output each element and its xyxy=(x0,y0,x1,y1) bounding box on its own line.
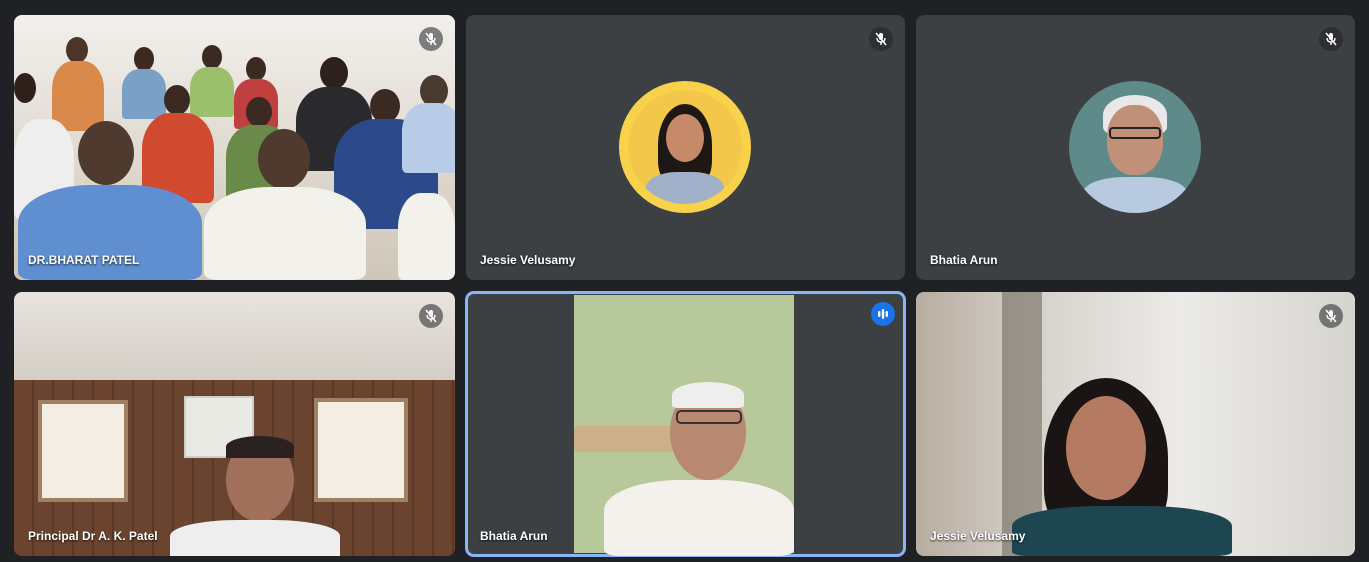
speaker-body xyxy=(170,520,340,556)
avatar-photo xyxy=(628,90,742,204)
participant-tile-4[interactable]: Principal Dr A. K. Patel xyxy=(14,292,455,556)
participant-name: Bhatia Arun xyxy=(480,529,548,543)
audience-member xyxy=(402,103,455,173)
background-object xyxy=(574,426,674,452)
ceiling xyxy=(14,292,455,380)
audience-member xyxy=(52,61,104,131)
participant-name: Jessie Velusamy xyxy=(930,529,1026,543)
participant-tile-3[interactable]: Bhatia Arun xyxy=(916,15,1355,280)
mic-off-icon xyxy=(419,304,443,328)
person-face xyxy=(1066,396,1146,500)
audience-member xyxy=(202,45,222,69)
audience-member xyxy=(14,73,36,103)
participant-tile-2[interactable]: Jessie Velusamy xyxy=(466,15,905,280)
participant-tile-5[interactable]: Bhatia Arun xyxy=(465,291,906,557)
mic-off-icon xyxy=(1319,304,1343,328)
audience-member xyxy=(398,193,455,280)
speaker-hair xyxy=(226,436,294,458)
speaker-body xyxy=(604,480,794,556)
mic-off-icon xyxy=(1319,27,1343,51)
audience-member xyxy=(246,57,266,81)
wall-plaque xyxy=(38,400,128,502)
audience-member xyxy=(258,129,310,189)
audience-member xyxy=(370,89,400,123)
speaker-glasses xyxy=(676,410,742,424)
avatar-shoulders xyxy=(646,172,724,204)
audio-level-icon xyxy=(871,302,895,326)
avatar-face xyxy=(666,114,704,162)
wall-plaque xyxy=(314,398,408,502)
audience-member xyxy=(164,85,190,115)
participant-name: DR.BHARAT PATEL xyxy=(28,253,140,267)
audience-member xyxy=(78,121,134,185)
avatar-shoulders xyxy=(1083,177,1187,213)
avatar-glasses xyxy=(1109,127,1161,139)
audience-member xyxy=(134,47,154,71)
participant-name: Bhatia Arun xyxy=(930,253,998,267)
participant-name: Jessie Velusamy xyxy=(480,253,576,267)
audience-member xyxy=(246,97,272,127)
speaker-hair xyxy=(672,382,744,408)
audience-member xyxy=(66,37,88,63)
participant-tile-6[interactable]: Jessie Velusamy xyxy=(916,292,1355,556)
participant-name: Principal Dr A. K. Patel xyxy=(28,529,158,543)
avatar xyxy=(619,81,751,213)
participant-tile-1[interactable]: DR.BHARAT PATEL xyxy=(14,15,455,280)
avatar-face xyxy=(1107,105,1163,175)
audience-member xyxy=(190,67,234,117)
mic-off-icon xyxy=(419,27,443,51)
audience-member xyxy=(320,57,348,89)
person-body xyxy=(1012,506,1232,556)
audience-member xyxy=(204,187,366,280)
meeting-grid: DR.BHARAT PATEL Jessie Velusamy Bhatia A… xyxy=(0,0,1369,562)
mic-off-icon xyxy=(869,27,893,51)
avatar xyxy=(1069,81,1201,213)
audience-member xyxy=(122,69,166,119)
